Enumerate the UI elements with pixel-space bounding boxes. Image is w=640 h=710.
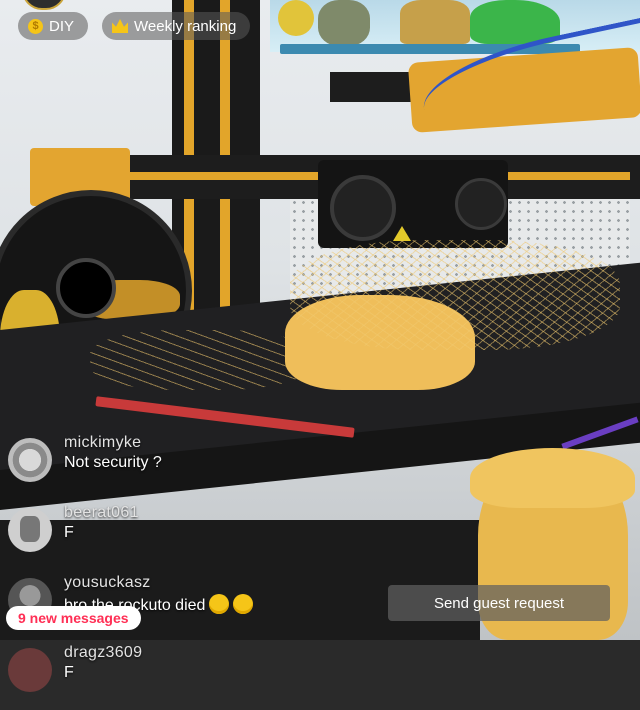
chat-text: F — [64, 664, 74, 681]
avatar[interactable] — [8, 508, 52, 552]
avatar[interactable] — [8, 648, 52, 692]
chat-username[interactable]: dragz3609 — [64, 644, 142, 662]
filament-strings — [90, 330, 310, 390]
sweat-face-icon — [233, 594, 254, 614]
filament-strings — [290, 240, 620, 350]
shelf-figure — [278, 0, 314, 36]
spool-hub — [56, 258, 116, 318]
chat-message: beerat061 F — [4, 500, 384, 570]
send-guest-request-button[interactable]: Send guest request — [388, 585, 610, 621]
fan-icon — [330, 175, 396, 241]
chat-username[interactable]: yousuckasz — [64, 574, 151, 592]
chat-list[interactable]: mickimyke Not security ? beerat061 F you… — [4, 430, 384, 710]
chat-message: dragz3609 F — [4, 640, 384, 710]
sad-face-icon — [209, 594, 230, 614]
chat-text: Not security ? — [64, 454, 162, 471]
chat-username[interactable]: mickimyke — [64, 434, 141, 452]
new-messages-button[interactable]: 9 new messages — [6, 606, 141, 630]
avatar[interactable] — [8, 438, 52, 482]
chat-username[interactable]: beerat061 — [64, 504, 139, 522]
bust-hair — [470, 448, 635, 508]
shelf-figure — [318, 0, 370, 46]
weekly-ranking-label: Weekly ranking — [134, 17, 237, 35]
diy-label: DIY — [49, 17, 75, 35]
weekly-ranking-badge[interactable]: Weekly ranking — [102, 12, 251, 40]
top-badges: $ DIY Weekly ranking — [18, 12, 251, 40]
fan-icon — [455, 178, 507, 230]
warning-icon — [393, 226, 411, 241]
crown-icon — [112, 19, 129, 33]
coin-icon: $ — [28, 18, 43, 34]
chat-text: F — [64, 524, 74, 541]
diy-badge[interactable]: $ DIY — [18, 12, 89, 40]
shelf-figure — [400, 0, 470, 44]
chat-message: mickimyke Not security ? — [4, 430, 384, 500]
